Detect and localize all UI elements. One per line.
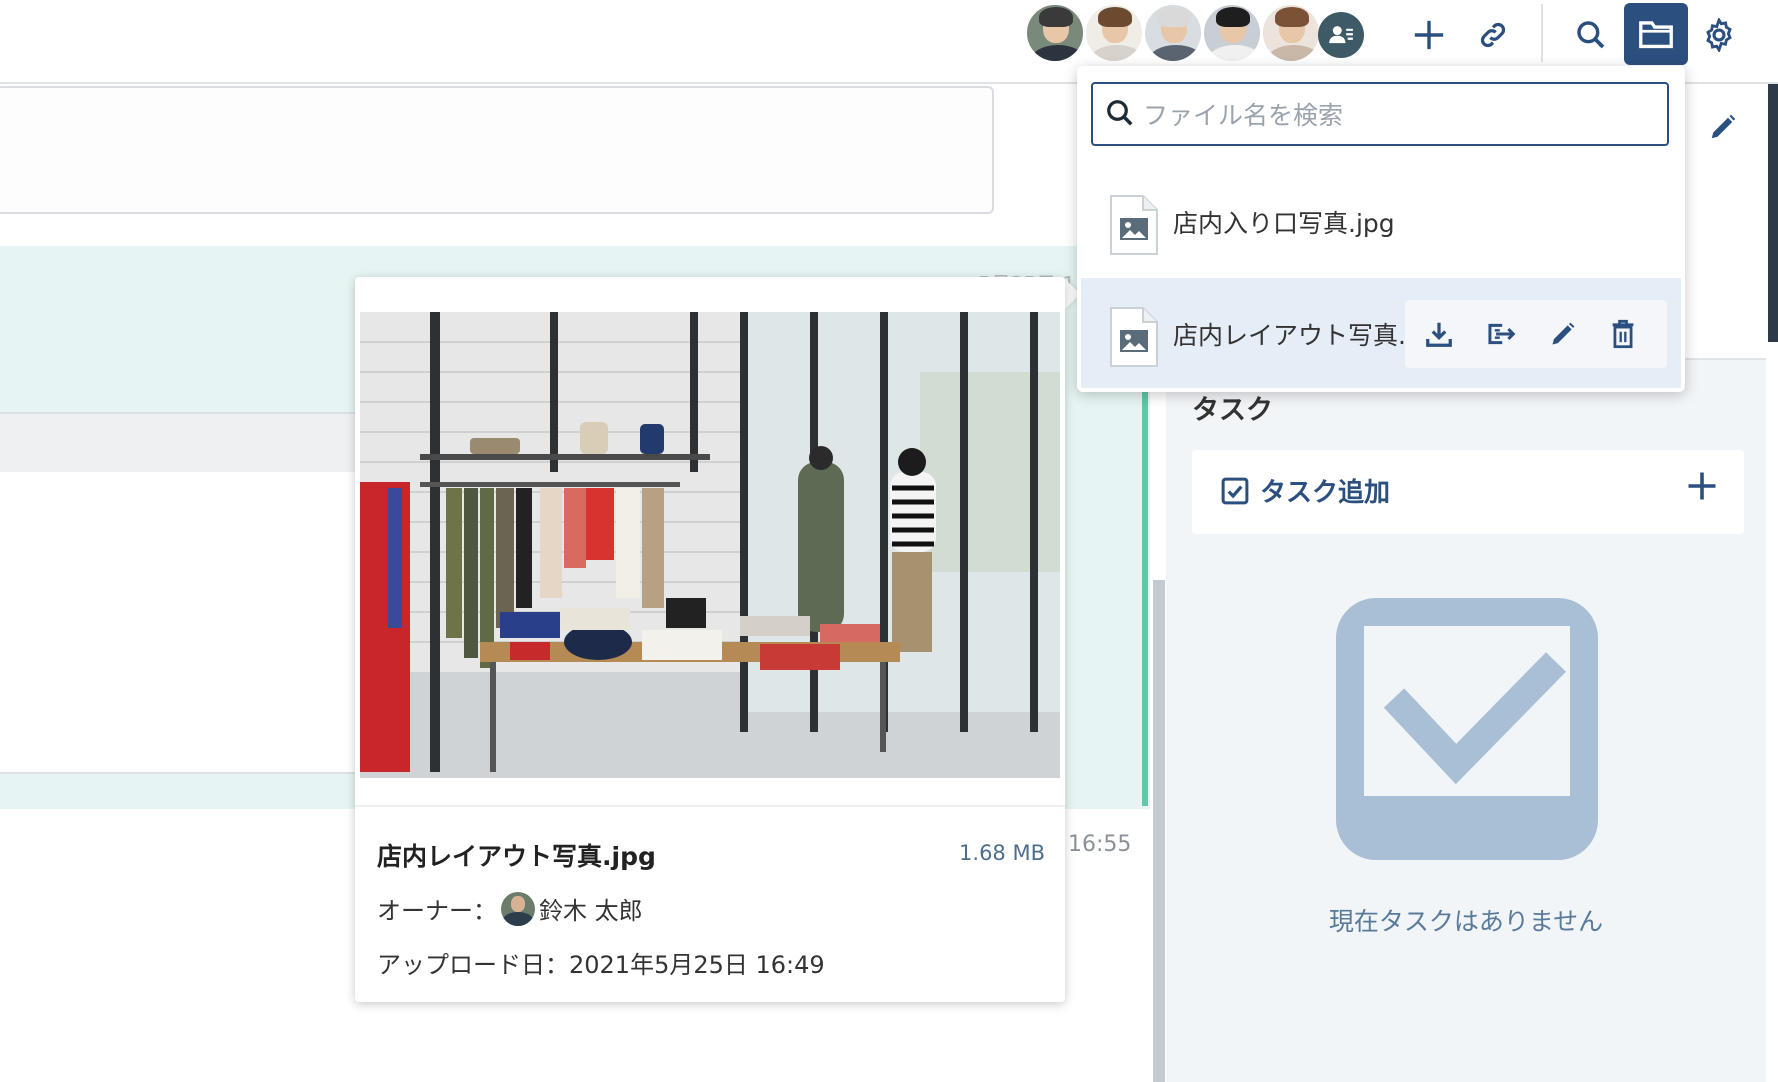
edit-icon[interactable] (1543, 314, 1583, 354)
owner-label: オーナー： (377, 897, 497, 925)
owner-avatar (501, 891, 535, 926)
trash-icon[interactable] (1603, 314, 1643, 354)
file-list-item[interactable]: 店内レイアウト写真.jpg (1081, 278, 1681, 388)
thread-accent-line (1142, 390, 1148, 806)
preview-upload-date: アップロード日：2021年5月25日 16:49 (377, 951, 825, 979)
search-icon[interactable] (1568, 12, 1614, 58)
add-task-label: タスク追加 (1260, 478, 1391, 508)
member-avatar-2[interactable] (1083, 2, 1145, 64)
preview-file-name: 店内レイアウト写真.jpg (377, 842, 656, 871)
file-search-input[interactable] (1141, 94, 1645, 136)
message-attachment-body (0, 472, 380, 774)
preview-owner: オーナー： 鈴木 太郎 (377, 891, 643, 926)
add-task-button[interactable]: タスク追加 (1192, 450, 1744, 534)
file-name: 店内入り口写真.jpg (1173, 209, 1395, 238)
message-input-area[interactable] (0, 86, 994, 214)
member-avatar-3[interactable] (1142, 2, 1204, 64)
empty-tasks-message: 現在タスクはありません (1328, 907, 1604, 936)
file-preview-image (360, 312, 1060, 778)
image-file-icon (1109, 194, 1159, 260)
link-icon[interactable] (1470, 12, 1516, 58)
share-icon[interactable] (1481, 314, 1521, 354)
member-avatar-1[interactable] (1024, 2, 1086, 64)
tasks-heading: タスク (1192, 395, 1273, 426)
download-icon[interactable] (1419, 314, 1459, 354)
file-actions (1405, 300, 1667, 368)
edit-icon[interactable] (1708, 112, 1738, 146)
scrollbar[interactable] (1153, 580, 1165, 1082)
file-dropdown: 店内入り口写真.jpg 店内レイアウト写真.jpg (1077, 66, 1685, 392)
plus-icon[interactable] (1684, 468, 1720, 508)
gear-icon[interactable] (1696, 12, 1742, 58)
checkbox-icon (1220, 476, 1250, 510)
members-icon[interactable] (1318, 12, 1364, 58)
member-avatar-4[interactable] (1201, 2, 1263, 64)
message-timestamp: 16:55 (1068, 832, 1132, 857)
preview-file-size: 1.68 MB (959, 841, 1045, 865)
owner-name: 鈴木 太郎 (539, 897, 643, 925)
search-icon (1105, 98, 1135, 132)
plus-icon[interactable] (1406, 12, 1452, 58)
folder-icon[interactable] (1624, 3, 1688, 65)
image-file-icon (1109, 306, 1159, 372)
preview-divider (355, 805, 1065, 807)
member-avatar-5[interactable] (1260, 2, 1322, 64)
toolbar-divider (1541, 4, 1543, 62)
message-attachment-header (0, 412, 380, 472)
file-list-item[interactable]: 店内入り口写真.jpg (1081, 166, 1681, 276)
empty-tasks-icon (1336, 598, 1598, 864)
file-preview-card: 店内レイアウト写真.jpg 1.68 MB オーナー： 鈴木 太郎 アップロード… (355, 277, 1065, 1002)
file-search-box[interactable] (1091, 82, 1669, 146)
window-edge (1768, 76, 1778, 342)
